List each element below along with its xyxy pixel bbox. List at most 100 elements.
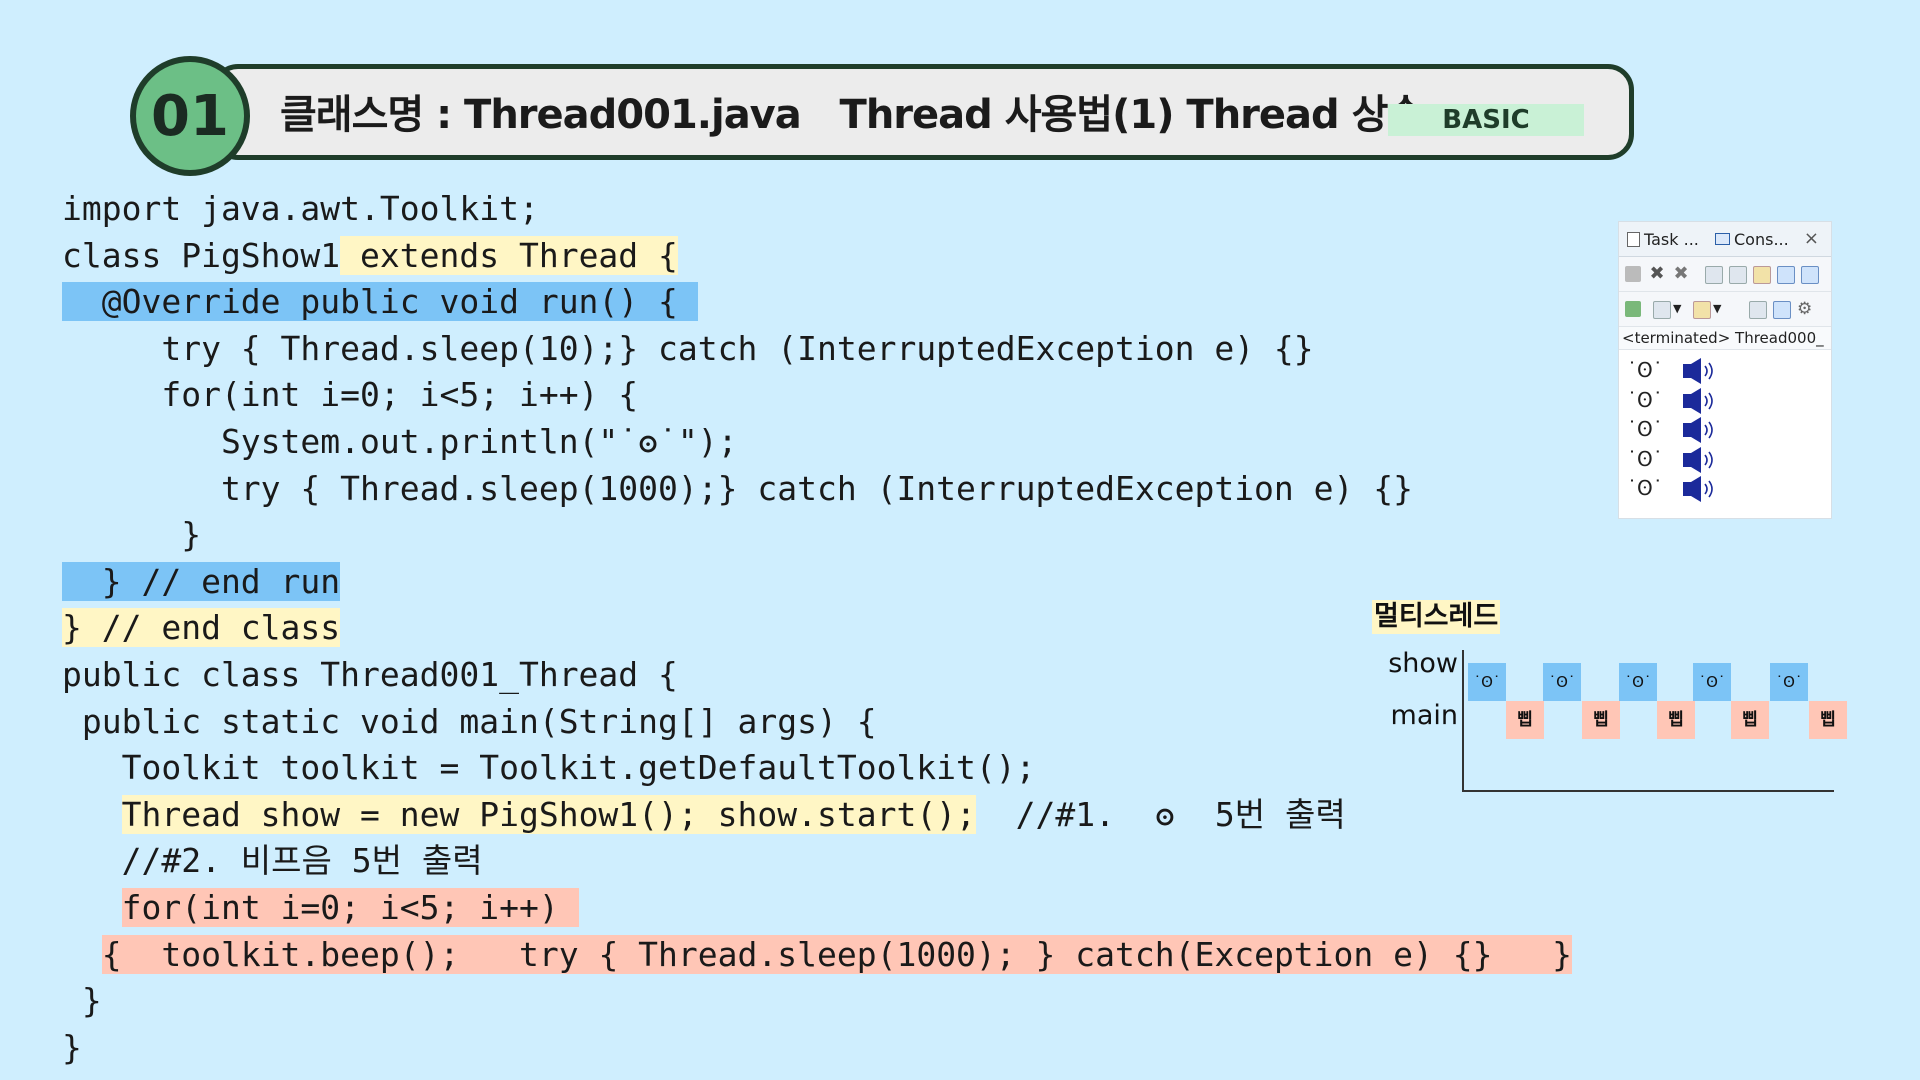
face-icon: ʘ <box>1155 794 1175 834</box>
code-line: } // end run <box>62 559 1572 606</box>
code-line: Toolkit toolkit = Toolkit.getDefaultTool… <box>62 745 1572 792</box>
code-text: public static void main(String[] args) { <box>62 701 877 741</box>
timeline-main-slot: 삡 <box>1657 701 1695 739</box>
code-highlight-blue: } // end run <box>62 561 341 601</box>
remove-all-icon[interactable]: ✖ <box>1673 265 1689 283</box>
code-line: //#2. 비프음 5번 출력 <box>62 838 1572 885</box>
timeline-main-slot: 삡 <box>1809 701 1847 739</box>
console-tab-bar: Task ... Cons... × <box>1619 222 1831 257</box>
code-line: try { Thread.sleep(10);} catch (Interrup… <box>62 326 1572 373</box>
console-toolbar-2: ▼ ▼ ⚙ <box>1619 292 1831 327</box>
scroll-lock-icon[interactable] <box>1705 266 1723 284</box>
page-title: 클래스명 : Thread001.java Thread 사용법(1) Thre… <box>280 92 1424 138</box>
code-comment: //#2. 비프음 5번 출력 <box>62 841 483 881</box>
output-text: ˙ʘ˙ <box>1627 446 1663 471</box>
code-highlight-pink: for(int i=0; i<5; i++) <box>121 887 579 927</box>
open-console-icon[interactable] <box>1625 301 1641 317</box>
timeline-axis-horizontal <box>1462 790 1834 792</box>
tab-console[interactable]: Cons... <box>1715 230 1789 249</box>
code-line: for(int i=0; i<5; i++) { <box>62 372 1572 419</box>
code-line: Thread show = new PigShow1(); show.start… <box>62 792 1572 839</box>
section-number-badge: 01 <box>130 56 250 176</box>
code-line: try { Thread.sleep(1000);} catch (Interr… <box>62 466 1572 513</box>
remove-launch-icon[interactable]: ✖ <box>1649 265 1665 283</box>
code-highlight-yellow: Thread show = new PigShow1(); show.start… <box>121 794 976 834</box>
code-line: } <box>62 978 1572 1025</box>
code-line: { toolkit.beep(); try { Thread.sleep(100… <box>62 932 1572 979</box>
pin-console-icon[interactable] <box>1753 266 1771 284</box>
timeline-show-slot: ˙ʘ˙ <box>1468 663 1506 701</box>
chevron-down-icon[interactable]: ▼ <box>1713 301 1729 317</box>
code-line: @Override public void run() { <box>62 279 1572 326</box>
code-highlight-blue: @Override public void run() { <box>62 282 698 322</box>
output-text: ˙ʘ˙ <box>1627 417 1663 441</box>
code-highlight-yellow: extends Thread { <box>340 235 678 275</box>
console-status: <terminated> Thread000_ <box>1619 327 1831 350</box>
code-text: class PigShow1 <box>62 235 341 275</box>
console-output: ˙ʘ˙ ˙ʘ˙ ˙ʘ˙ ˙ʘ˙ ˙ʘ˙ <box>1619 350 1831 504</box>
timeline-label-show: show <box>1388 648 1458 679</box>
code-text: System.out.println("˙ʘ˙"); <box>62 421 738 461</box>
code-text: } <box>62 1027 82 1067</box>
output-text: ˙ʘ˙ <box>1627 358 1663 382</box>
timeline-show-slot: ˙ʘ˙ <box>1693 663 1731 701</box>
level-tag: BASIC <box>1388 104 1584 136</box>
code-text: try { Thread.sleep(1000);} catch (Interr… <box>62 468 1414 508</box>
code-highlight-yellow: } // end class <box>62 608 341 648</box>
timeline-title: 멀티스레드 <box>1372 600 1501 634</box>
code-text: Toolkit toolkit = Toolkit.getDefaultTool… <box>62 748 1036 788</box>
output-text: ˙ʘ˙ <box>1627 387 1663 412</box>
word-wrap-icon[interactable] <box>1729 266 1747 284</box>
code-text: import java.awt.Toolkit; <box>62 189 539 228</box>
console-output-line: ˙ʘ˙ <box>1619 474 1831 504</box>
new-window-icon[interactable] <box>1693 301 1711 319</box>
tab-task[interactable]: Task ... <box>1627 230 1699 249</box>
new-console-icon[interactable] <box>1801 266 1819 284</box>
timeline-main-slot: 삡 <box>1506 701 1544 739</box>
console-output-line: ˙ʘ˙ <box>1619 356 1831 386</box>
display-selected-icon[interactable] <box>1653 301 1671 319</box>
speaker-icon <box>1683 446 1713 473</box>
speaker-icon <box>1683 387 1713 414</box>
console-output-line: ˙ʘ˙ <box>1619 445 1831 475</box>
code-line: } <box>62 512 1572 559</box>
code-line: } <box>62 1025 1572 1072</box>
code-comment: //#1. <box>975 794 1115 834</box>
code-line: for(int i=0; i<5; i++) <box>62 885 1572 932</box>
code-highlight-pink: { toolkit.beep(); try { Thread.sleep(100… <box>101 934 1572 974</box>
code-comment: 5번 출력 <box>1214 794 1346 834</box>
console-toolbar: ✖ ✖ <box>1619 257 1831 292</box>
copy-icon[interactable] <box>1749 301 1767 319</box>
console-panel: Task ... Cons... × ✖ ✖ ▼ ▼ ⚙ <terminated… <box>1618 221 1832 519</box>
display-console-icon[interactable] <box>1777 266 1795 284</box>
speaker-icon <box>1683 417 1713 443</box>
speaker-icon <box>1683 358 1713 384</box>
code-text: for(int i=0; i<5; i++) { <box>62 375 639 415</box>
code-text: } <box>62 981 102 1021</box>
console-icon <box>1715 233 1730 245</box>
timeline-show-slot: ˙ʘ˙ <box>1619 663 1657 701</box>
link-icon[interactable] <box>1773 301 1791 319</box>
speaker-icon <box>1683 476 1713 502</box>
output-text: ˙ʘ˙ <box>1627 476 1663 500</box>
console-output-line: ˙ʘ˙ <box>1619 415 1831 445</box>
code-text: public class Thread001_Thread { <box>62 654 678 694</box>
chevron-down-icon[interactable]: ▼ <box>1673 301 1689 317</box>
timeline-show-slot: ˙ʘ˙ <box>1543 663 1581 701</box>
tab-console-label: Cons... <box>1734 230 1789 249</box>
gear-icon[interactable]: ⚙ <box>1797 301 1813 318</box>
close-icon[interactable]: × <box>1804 228 1819 249</box>
code-block: import java.awt.Toolkit; class PigShow1 … <box>62 186 1572 1071</box>
tab-task-label: Task ... <box>1644 230 1699 249</box>
timeline-main-slot: 삡 <box>1731 701 1769 739</box>
code-text: } <box>62 515 202 555</box>
terminate-icon[interactable] <box>1625 266 1641 282</box>
timeline-axis-vertical <box>1462 650 1464 792</box>
timeline-label-main: main <box>1390 700 1458 731</box>
timeline-main-slot: 삡 <box>1582 701 1620 739</box>
code-text: try { Thread.sleep(10);} catch (Interrup… <box>62 328 1314 368</box>
timeline-show-slot: ˙ʘ˙ <box>1770 663 1808 701</box>
